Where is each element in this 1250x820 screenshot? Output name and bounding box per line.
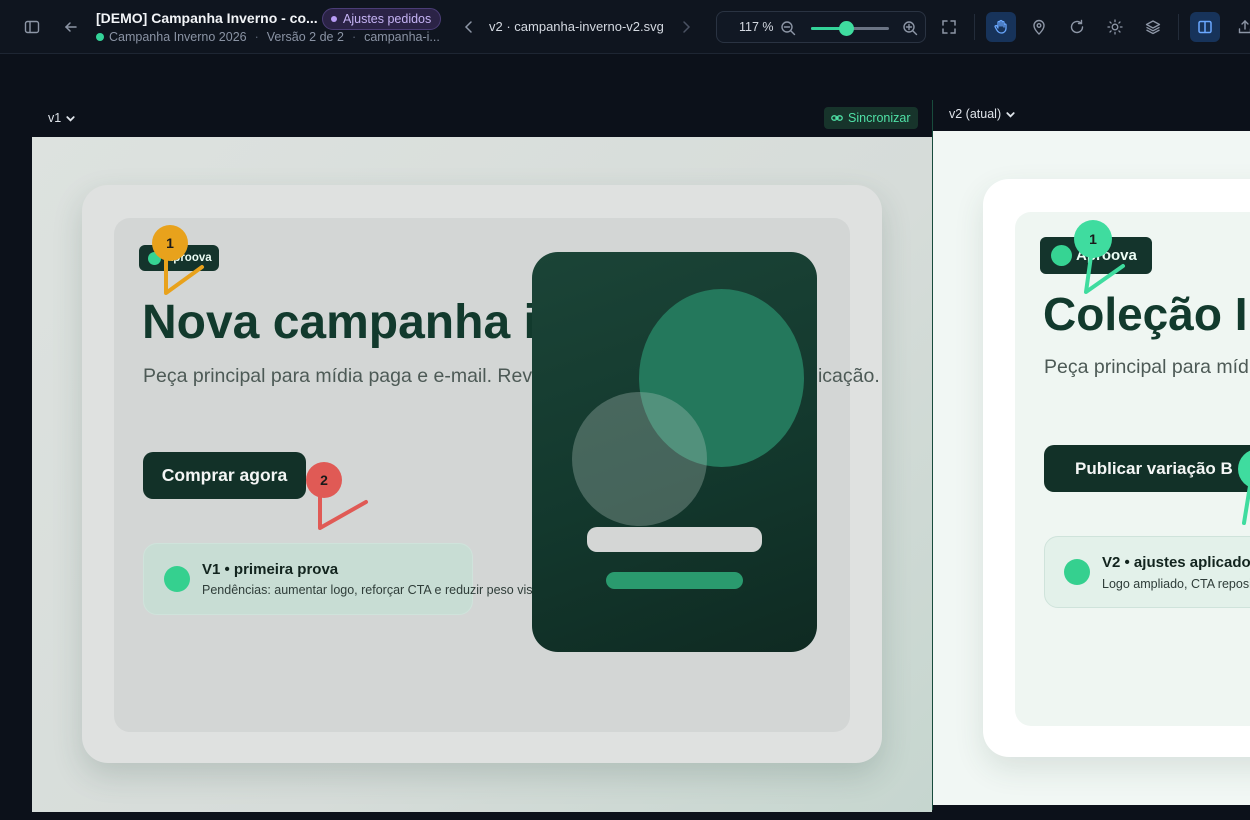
- zoom-control: 117 %: [716, 11, 926, 43]
- comment-pin-2[interactable]: 2: [306, 462, 342, 498]
- status-dot-icon: [331, 16, 337, 22]
- status-badge-label: Ajustes pedidos: [343, 12, 432, 26]
- theme-sun-icon[interactable]: [1100, 12, 1130, 42]
- hand-tool-icon[interactable]: [986, 12, 1016, 42]
- chevron-down-icon: [1006, 111, 1015, 118]
- zoom-slider[interactable]: [811, 21, 889, 36]
- back-arrow-icon[interactable]: [56, 12, 86, 42]
- previous-file-chevron-icon[interactable]: [454, 12, 484, 42]
- left-version-select[interactable]: v1: [48, 111, 76, 125]
- pin-tool-icon[interactable]: [1024, 12, 1054, 42]
- compare-split-icon[interactable]: [1190, 12, 1220, 42]
- v2-canvas[interactable]: Aproova Coleção Inverno Peça principal p…: [933, 131, 1250, 805]
- sidebar-toggle-icon[interactable]: [17, 12, 47, 42]
- comment-pin-2-label: 2: [320, 472, 328, 488]
- project-breadcrumb: Campanha Inverno 2026 · Versão 2 de 2 · …: [96, 30, 440, 44]
- sync-button[interactable]: Sincronizar: [824, 107, 918, 129]
- project-name[interactable]: Campanha Inverno 2026: [109, 30, 247, 44]
- top-bar: [DEMO] Campanha Inverno - co... Ajustes …: [0, 0, 1250, 54]
- comment-pin-1-label: 1: [166, 235, 174, 251]
- refresh-icon[interactable]: [1062, 12, 1092, 42]
- v2-comment-pin-1-label: 1: [1089, 231, 1097, 247]
- upload-icon[interactable]: [1230, 12, 1250, 42]
- next-file-chevron-icon[interactable]: [671, 12, 701, 42]
- fullscreen-icon[interactable]: [934, 12, 964, 42]
- sync-button-label: Sincronizar: [848, 111, 911, 125]
- v2-pin-offscreen-tail: [1242, 484, 1250, 525]
- file-short-name: campanha-i...: [364, 30, 440, 44]
- zoom-value[interactable]: 117 %: [739, 20, 774, 34]
- chevron-down-icon: [66, 115, 75, 122]
- v2-comment-pin-1[interactable]: 1: [1074, 220, 1112, 258]
- zoom-out-icon[interactable]: [780, 20, 796, 36]
- status-badge[interactable]: Ajustes pedidos: [322, 8, 442, 30]
- comment-pin-1[interactable]: 1: [152, 225, 188, 261]
- zoom-in-icon[interactable]: [902, 20, 918, 36]
- document-title[interactable]: [DEMO] Campanha Inverno - co...: [96, 10, 318, 26]
- layers-icon[interactable]: [1138, 12, 1168, 42]
- current-file-name: v2 · campanha-inverno-v2.svg: [489, 19, 664, 34]
- v1-canvas[interactable]: Aproova Nova campanha inverno Peça princ…: [32, 137, 932, 812]
- right-version-select[interactable]: v2 (atual): [949, 107, 1016, 121]
- right-version-label: v2 (atual): [949, 107, 1002, 121]
- project-status-dot-icon: [96, 33, 104, 41]
- document-title-block: [DEMO] Campanha Inverno - co...: [96, 10, 318, 26]
- left-version-label: v1: [48, 111, 62, 125]
- version-info[interactable]: Versão 2 de 2: [267, 30, 344, 44]
- link-icon: [831, 115, 843, 121]
- zoom-slider-thumb[interactable]: [839, 21, 855, 36]
